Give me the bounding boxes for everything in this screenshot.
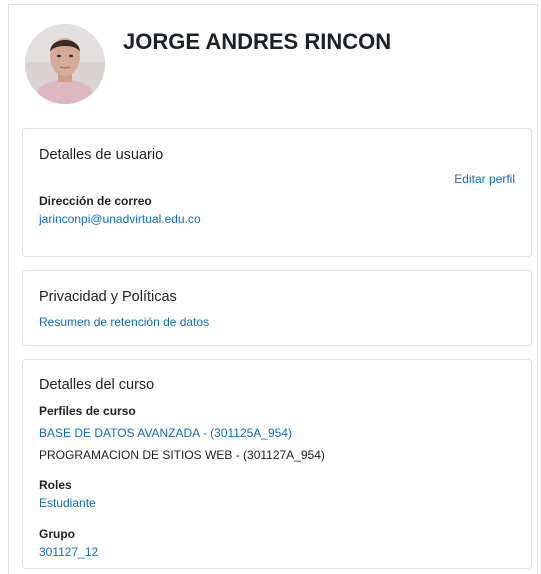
page-title: JORGE ANDRES RINCON [123,29,392,54]
email-link[interactable]: jarinconpi@unadvirtual.edu.co [39,212,201,226]
group-label: Grupo [39,527,75,541]
group-link[interactable]: 301127_12 [39,545,98,559]
email-label: Dirección de correo [39,194,152,208]
avatar [25,24,105,104]
course-profiles-label: Perfiles de curso [39,404,136,418]
data-retention-link[interactable]: Resumen de retención de datos [39,315,209,329]
course-details-title: Detalles del curso [39,377,155,393]
course-details-card: Detalles del curso Perfiles de curso BAS… [22,359,532,569]
privacy-card: Privacidad y Políticas Resumen de retenc… [22,270,532,346]
role-link[interactable]: Estudiante [39,496,96,510]
course-link-base-de-datos[interactable]: BASE DE DATOS AVANZADA - (301125A_954) [39,426,292,440]
roles-label: Roles [39,478,72,492]
privacy-title: Privacidad y Políticas [39,289,177,305]
edit-profile-link[interactable]: Editar perfil [454,172,515,186]
user-details-title: Detalles de usuario [39,147,164,163]
user-photo-icon [25,24,105,104]
user-details-card: Detalles de usuario Editar perfil Direcc… [22,128,532,257]
course-item-programacion: PROGRAMACION DE SITIOS WEB - (301127A_95… [39,448,325,462]
